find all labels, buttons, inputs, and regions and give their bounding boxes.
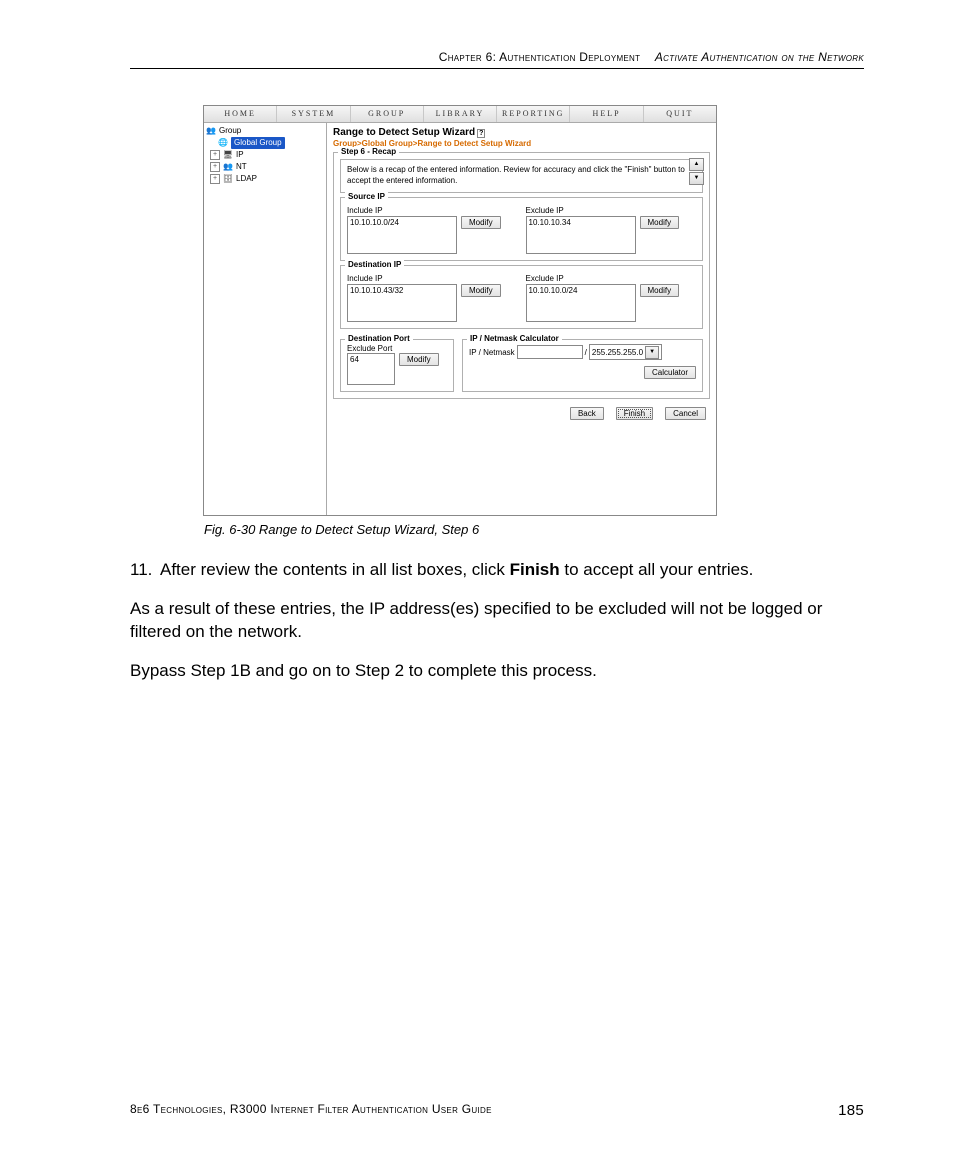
header-chapter: Chapter 6: Authentication Deployment bbox=[439, 50, 641, 64]
recap-text: Below is a recap of the entered informat… bbox=[347, 164, 687, 186]
scroll-down-icon[interactable]: ▼ bbox=[689, 172, 704, 185]
header-section: Activate Authentication on the Network bbox=[655, 50, 864, 64]
globe-icon: 🌐 bbox=[218, 138, 228, 148]
destination-ip-fieldset: Destination IP Include IP 10.10.10.43/32… bbox=[340, 265, 703, 329]
modify-button[interactable]: Modify bbox=[399, 353, 439, 366]
tree-ip[interactable]: + 🖥 IP bbox=[206, 149, 324, 161]
exclude-ip-label: Exclude IP bbox=[526, 274, 697, 283]
calc-legend: IP / Netmask Calculator bbox=[467, 334, 562, 343]
source-ip-fieldset: Source IP Include IP 10.10.10.0/24 Modif… bbox=[340, 197, 703, 261]
tree-nt-label: NT bbox=[236, 161, 247, 173]
exclude-port-label: Exclude Port bbox=[347, 344, 447, 353]
dest-exclude-list[interactable]: 10.10.10.0/24 bbox=[526, 284, 636, 322]
netmask-calc-fieldset: IP / Netmask Calculator IP / Netmask / 2… bbox=[462, 339, 703, 392]
tree-nt[interactable]: + 👥 NT bbox=[206, 161, 324, 173]
running-header: Chapter 6: Authentication Deployment Act… bbox=[130, 50, 864, 69]
include-ip-label: Include IP bbox=[347, 274, 518, 283]
expand-icon[interactable]: + bbox=[210, 174, 220, 184]
menu-group[interactable]: GROUP bbox=[351, 106, 424, 122]
ip-input[interactable] bbox=[517, 345, 583, 359]
menu-help[interactable]: HELP bbox=[570, 106, 643, 122]
sidebar-tree: 👥 Group 🌐 Global Group + 🖥 IP bbox=[204, 123, 327, 515]
step-number: 11. bbox=[130, 559, 160, 598]
users-icon: 👥 bbox=[223, 162, 233, 172]
modify-button[interactable]: Modify bbox=[461, 284, 501, 297]
recap-box: Below is a recap of the entered informat… bbox=[340, 159, 703, 193]
modify-button[interactable]: Modify bbox=[461, 216, 501, 229]
step11-paragraph: After review the contents in all list bo… bbox=[160, 559, 864, 582]
menu-quit[interactable]: QUIT bbox=[644, 106, 716, 122]
footer-title: 8e6 Technologies, R3000 Internet Filter … bbox=[130, 1102, 492, 1119]
destport-legend: Destination Port bbox=[345, 334, 413, 343]
modify-button[interactable]: Modify bbox=[640, 216, 680, 229]
menu-system[interactable]: SYSTEM bbox=[277, 106, 350, 122]
slash-separator: / bbox=[585, 348, 587, 357]
calculator-button[interactable]: Calculator bbox=[644, 366, 696, 379]
tree-ip-label: IP bbox=[236, 149, 244, 161]
menu-library[interactable]: LIBRARY bbox=[424, 106, 497, 122]
tree-ldap-label: LDAP bbox=[236, 173, 257, 185]
cancel-button[interactable]: Cancel bbox=[665, 407, 706, 420]
menu-reporting[interactable]: REPORTING bbox=[497, 106, 570, 122]
step6-legend: Step 6 - Recap bbox=[338, 147, 399, 156]
wizard-title: Range to Detect Setup Wizard? bbox=[333, 127, 710, 138]
page-number: 185 bbox=[838, 1102, 864, 1119]
netmask-select[interactable]: 255.255.255.0 ▼ bbox=[589, 344, 662, 360]
page-footer: 8e6 Technologies, R3000 Internet Filter … bbox=[130, 1102, 864, 1119]
source-include-list[interactable]: 10.10.10.0/24 bbox=[347, 216, 457, 254]
tree-ldap[interactable]: + 🗄 LDAP bbox=[206, 173, 324, 185]
step6-fieldset: Step 6 - Recap Below is a recap of the e… bbox=[333, 152, 710, 399]
menubar: HOME SYSTEM GROUP LIBRARY REPORTING HELP… bbox=[204, 106, 716, 123]
netmask-value: 255.255.255.0 bbox=[592, 348, 643, 357]
app-window: HOME SYSTEM GROUP LIBRARY REPORTING HELP… bbox=[203, 105, 717, 516]
tree-root[interactable]: 👥 Group bbox=[206, 125, 324, 137]
result-paragraph: As a result of these entries, the IP add… bbox=[130, 598, 864, 644]
dest-legend: Destination IP bbox=[345, 260, 404, 269]
include-ip-label: Include IP bbox=[347, 206, 518, 215]
modify-button[interactable]: Modify bbox=[640, 284, 680, 297]
tree-selected-label: Global Group bbox=[231, 137, 285, 149]
finish-bold: Finish bbox=[510, 560, 560, 579]
server-icon: 🗄 bbox=[223, 174, 233, 184]
computer-icon: 🖥 bbox=[223, 150, 233, 160]
wizard-panel: Range to Detect Setup Wizard? Group>Glob… bbox=[327, 123, 716, 515]
expand-icon[interactable]: + bbox=[210, 150, 220, 160]
bypass-paragraph: Bypass Step 1B and go on to Step 2 to co… bbox=[130, 660, 864, 683]
exclude-port-list[interactable]: 64 bbox=[347, 353, 395, 385]
figure-caption: Fig. 6-30 Range to Detect Setup Wizard, … bbox=[204, 522, 716, 537]
group-icon: 👥 bbox=[206, 126, 216, 136]
exclude-ip-label: Exclude IP bbox=[526, 206, 697, 215]
chevron-down-icon[interactable]: ▼ bbox=[645, 346, 659, 359]
help-icon[interactable]: ? bbox=[477, 129, 485, 138]
expand-icon[interactable]: + bbox=[210, 162, 220, 172]
body-text: 11. After review the contents in all lis… bbox=[130, 559, 864, 683]
dest-include-list[interactable]: 10.10.10.43/32 bbox=[347, 284, 457, 322]
finish-button[interactable]: Finish bbox=[616, 407, 653, 420]
dest-port-fieldset: Destination Port Exclude Port 64 Modify bbox=[340, 339, 454, 392]
back-button[interactable]: Back bbox=[570, 407, 604, 420]
scroll-up-icon[interactable]: ▲ bbox=[689, 158, 704, 171]
tree-global-group[interactable]: 🌐 Global Group bbox=[206, 137, 324, 149]
tree-root-label: Group bbox=[219, 125, 241, 137]
menu-home[interactable]: HOME bbox=[204, 106, 277, 122]
source-legend: Source IP bbox=[345, 192, 388, 201]
calc-label: IP / Netmask bbox=[469, 348, 515, 357]
source-exclude-list[interactable]: 10.10.10.34 bbox=[526, 216, 636, 254]
